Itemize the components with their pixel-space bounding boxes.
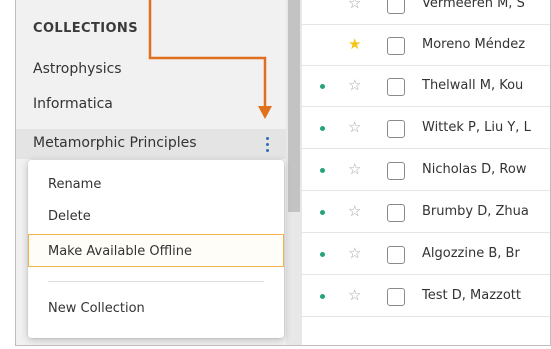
collection-item-label: Metamorphic Principles bbox=[33, 135, 197, 151]
menu-item-delete[interactable]: Delete bbox=[48, 209, 91, 224]
collection-item-astrophysics[interactable]: Astrophysics bbox=[33, 61, 122, 77]
more-vertical-icon[interactable] bbox=[256, 131, 278, 157]
star-empty-icon[interactable]: ☆ bbox=[348, 286, 361, 304]
unread-dot-icon bbox=[320, 210, 325, 215]
menu-item-new-collection[interactable]: New Collection bbox=[48, 301, 145, 316]
row-checkbox[interactable] bbox=[387, 78, 405, 96]
row-checkbox[interactable] bbox=[387, 246, 405, 264]
list-item[interactable]: ☆ Vermeeren M, S bbox=[302, 0, 550, 25]
list-item[interactable]: ★ Moreno Méndez bbox=[302, 25, 550, 66]
unread-dot-icon bbox=[320, 84, 325, 89]
unread-dot-icon bbox=[320, 126, 325, 131]
list-item[interactable]: ☆ Wittek P, Liu Y, L bbox=[302, 108, 550, 149]
star-empty-icon[interactable]: ☆ bbox=[348, 118, 361, 136]
row-authors: Thelwall M, Kou bbox=[422, 78, 524, 93]
row-checkbox[interactable] bbox=[387, 288, 405, 306]
collection-context-menu: Rename Delete Make Available Offline New… bbox=[28, 160, 284, 338]
collections-heading: COLLECTIONS bbox=[33, 21, 138, 36]
star-filled-icon[interactable]: ★ bbox=[348, 35, 361, 53]
star-empty-icon[interactable]: ☆ bbox=[348, 0, 361, 12]
unread-dot-icon bbox=[320, 252, 325, 257]
list-item[interactable]: ☆ Test D, Mazzott bbox=[302, 276, 550, 317]
list-item[interactable]: ☆ Thelwall M, Kou bbox=[302, 66, 550, 107]
list-item[interactable]: ☆ Nicholas D, Row bbox=[302, 150, 550, 191]
row-authors: Algozzine B, Br bbox=[422, 246, 520, 261]
menu-item-rename[interactable]: Rename bbox=[48, 177, 101, 192]
unread-dot-icon bbox=[320, 168, 325, 173]
star-empty-icon[interactable]: ☆ bbox=[348, 244, 361, 262]
sidebar-scrollbar-thumb[interactable] bbox=[288, 0, 300, 212]
menu-divider bbox=[48, 281, 264, 282]
row-authors: Nicholas D, Row bbox=[422, 162, 527, 177]
row-checkbox[interactable] bbox=[387, 162, 405, 180]
row-authors: Test D, Mazzott bbox=[422, 288, 521, 303]
star-empty-icon[interactable]: ☆ bbox=[348, 160, 361, 178]
row-authors: Moreno Méndez bbox=[422, 37, 526, 52]
list-item[interactable]: ☆ Algozzine B, Br bbox=[302, 234, 550, 275]
collection-item-informatica[interactable]: Informatica bbox=[33, 96, 113, 112]
row-checkbox[interactable] bbox=[387, 37, 405, 55]
menu-item-label: Make Available Offline bbox=[48, 244, 193, 259]
row-checkbox[interactable] bbox=[387, 0, 405, 14]
row-authors: Brumby D, Zhua bbox=[422, 204, 529, 219]
row-checkbox[interactable] bbox=[387, 204, 405, 222]
app-frame: COLLECTIONS Astrophysics Informatica Met… bbox=[15, 0, 551, 346]
row-authors: Vermeeren M, S bbox=[422, 0, 525, 11]
star-empty-icon[interactable]: ☆ bbox=[348, 202, 361, 220]
star-empty-icon[interactable]: ☆ bbox=[348, 76, 361, 94]
list-item[interactable]: ☆ Brumby D, Zhua bbox=[302, 192, 550, 233]
unread-dot-icon bbox=[320, 294, 325, 299]
row-checkbox[interactable] bbox=[387, 120, 405, 138]
row-authors: Wittek P, Liu Y, L bbox=[422, 120, 531, 135]
